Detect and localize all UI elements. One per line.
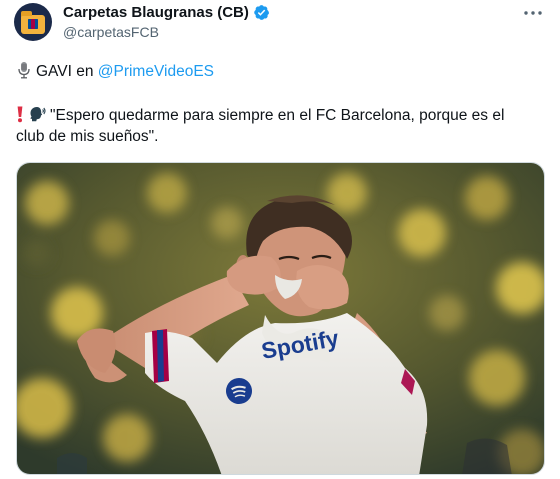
avatar[interactable] [14,3,52,41]
author-handle[interactable]: @carpetasFCB [63,24,159,40]
red-exclamation-icon [16,105,24,129]
tweet-card[interactable]: Carpetas Blaugranas (CB) @carpetasFCB GA… [0,0,560,479]
author-display-name[interactable]: Carpetas Blaugranas (CB) [63,4,249,21]
tweet-text-line-1: GAVI en @PrimeVideoES [16,61,214,85]
tweet-text-line-2: "Espero quedarme para siempre en el FC B… [16,105,504,129]
mention-link[interactable]: @PrimeVideoES [98,63,214,80]
tweet-media-photo[interactable]: Spotify [16,162,545,475]
tweet-text-prefix: GAVI en [36,63,98,80]
more-dots-icon[interactable] [520,3,546,23]
author-name-row: Carpetas Blaugranas (CB) [63,4,270,21]
verified-badge-icon[interactable] [253,4,270,21]
folder-icon [21,10,45,34]
speaking-head-icon [28,105,46,129]
tweet-quote-part-1: "Espero quedarme para siempre en el FC B… [50,107,505,124]
microphone-icon [16,61,32,85]
tweet-text-line-3: club de mis sueños". [16,128,159,145]
